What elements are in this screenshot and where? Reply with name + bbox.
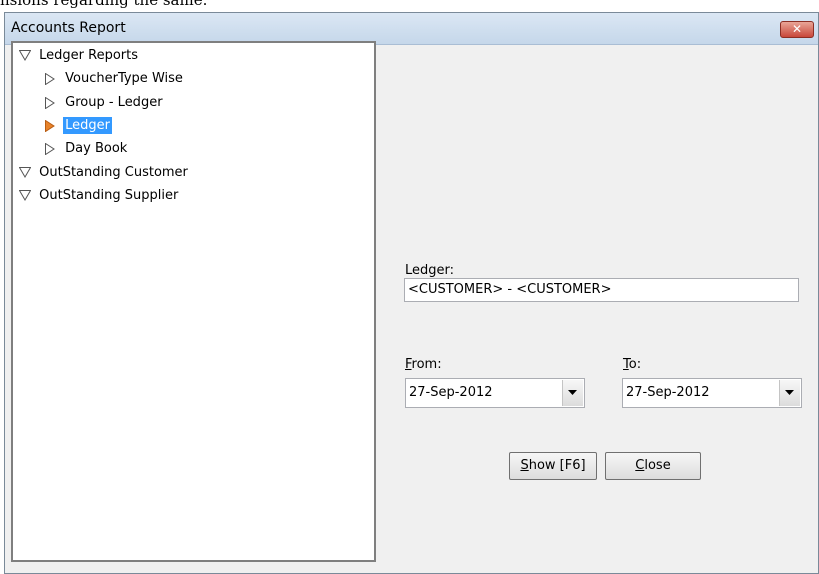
from-date-value: 27-Sep-2012 [409,385,493,400]
expanded-triangle-icon[interactable] [17,46,33,66]
report-tree[interactable]: Ledger Reports VoucherType Wise Group - … [11,41,376,562]
tree-group-outstanding-supplier[interactable]: OutStanding Supplier [17,186,180,206]
tree-group-label: OutStanding Customer [39,165,188,180]
show-button-accel: S [520,458,529,473]
tree-item-ledger[interactable]: Ledger [43,116,112,136]
tree-group-label: OutStanding Supplier [39,188,179,203]
tree-item-label: VoucherType Wise [65,71,183,86]
to-date-dropdown-button[interactable] [779,380,800,406]
to-label: To: [623,357,641,372]
selected-triangle-icon [43,116,59,136]
from-date-combo[interactable]: 27-Sep-2012 [405,378,585,408]
tree-item-vouchertype-wise[interactable]: VoucherType Wise [43,69,185,89]
chevron-down-icon [568,390,577,395]
tree-group-ledger-reports[interactable]: Ledger Reports [17,46,140,66]
tree-item-day-book[interactable]: Day Book [43,139,129,159]
collapsed-triangle-icon [43,69,59,89]
ledger-label: Ledger: [405,263,455,278]
show-button-rest: how [F6] [528,458,586,473]
to-date-value: 27-Sep-2012 [626,385,710,400]
chevron-down-icon [785,390,794,395]
ledger-input-value: <CUSTOMER> - <CUSTOMER> [408,282,612,297]
background-text: nsions regarding the same. [0,0,208,9]
tree-group-label: Ledger Reports [39,48,138,63]
expanded-triangle-icon[interactable] [17,186,33,206]
collapsed-triangle-icon [43,93,59,113]
tree-item-group-ledger[interactable]: Group - Ledger [43,93,165,113]
collapsed-triangle-icon [43,139,59,159]
from-date-dropdown-button[interactable] [562,380,583,406]
from-label-rest: rom: [411,357,442,372]
close-button-rest: lose [644,458,671,473]
close-button[interactable]: Close [605,452,701,480]
from-label: From: [405,357,442,372]
to-label-rest: o: [628,357,642,372]
to-date-combo[interactable]: 27-Sep-2012 [622,378,802,408]
window-title: Accounts Report [11,20,126,36]
tree-item-label: Ledger [63,117,112,134]
ledger-input[interactable]: <CUSTOMER> - <CUSTOMER> [404,278,799,302]
expanded-triangle-icon[interactable] [17,163,33,183]
tree-group-outstanding-customer[interactable]: OutStanding Customer [17,163,190,183]
close-button-accel: C [635,458,645,473]
show-button[interactable]: Show [F6] [509,452,597,480]
tree-item-label: Group - Ledger [65,95,163,110]
close-icon: ✕ [791,22,803,36]
tree-item-label: Day Book [65,141,128,156]
close-window-button[interactable]: ✕ [780,21,814,38]
